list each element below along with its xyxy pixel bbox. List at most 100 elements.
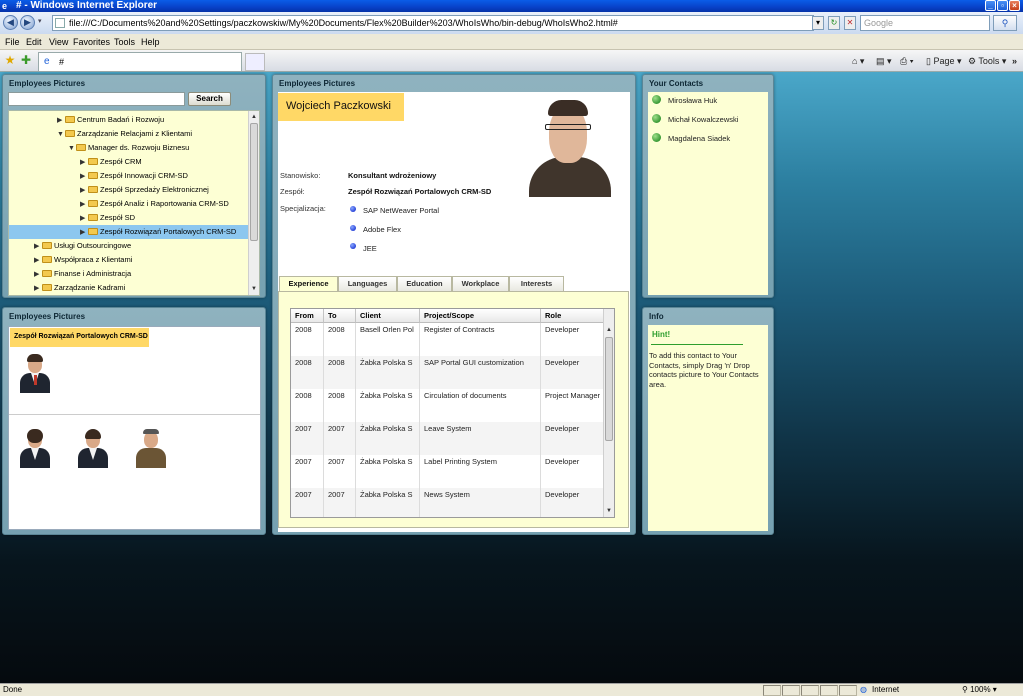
employee-avatar[interactable]: [18, 353, 52, 393]
folder-icon: [88, 186, 98, 193]
zoom-level: 100%: [970, 685, 991, 694]
cell-to: 2007: [324, 488, 356, 517]
table-row[interactable]: 2008 2008 Żabka Polska S SAP Portal GUI …: [291, 356, 604, 389]
contact-name[interactable]: Mirosława Huk: [668, 96, 717, 106]
scroll-thumb[interactable]: [605, 337, 613, 441]
menu-edit[interactable]: Edit: [26, 34, 42, 50]
tree-search-input[interactable]: [8, 92, 185, 106]
contact-name[interactable]: Magdalena Siadek: [668, 134, 730, 144]
back-button[interactable]: ◀: [3, 15, 18, 30]
tree-item[interactable]: ▶ Zespół Innowacji CRM-SD: [9, 169, 249, 183]
tree-item[interactable]: ▶ Centrum Badań i Rozwoju: [9, 113, 249, 127]
employee-avatar[interactable]: [134, 428, 168, 468]
tree-item[interactable]: ▶ Współpraca z Klientami: [9, 253, 249, 267]
tree-item[interactable]: ▶ Zespół Sprzedaży Elektronicznej: [9, 183, 249, 197]
table-row[interactable]: 2008 2008 Żabka Polska S Circulation of …: [291, 389, 604, 422]
zoom-control[interactable]: ⚲ 100% ▾: [962, 684, 997, 696]
expand-arrow-icon[interactable]: ▶: [34, 268, 42, 282]
tab-workplace[interactable]: Workplace: [452, 276, 509, 291]
close-button[interactable]: ×: [1009, 0, 1020, 11]
collapse-arrow-icon[interactable]: ▼: [57, 128, 65, 142]
search-go-button[interactable]: ⚲: [993, 15, 1017, 31]
search-button[interactable]: Search: [188, 92, 231, 106]
tools-menu[interactable]: ⚙ Tools ▾: [968, 54, 1006, 68]
employee-avatar[interactable]: [76, 428, 110, 468]
column-header-client[interactable]: Client: [356, 309, 420, 323]
specialization-item: Adobe Flex: [363, 225, 401, 234]
contact-name[interactable]: Michał Kowalczewski: [668, 115, 738, 125]
table-row[interactable]: 2007 2007 Żabka Polska S Label Printing …: [291, 455, 604, 488]
table-row[interactable]: 2007 2007 Żabka Polska S News System Dev…: [291, 488, 604, 517]
expand-arrow-icon[interactable]: ▶: [34, 254, 42, 268]
expand-arrow-icon[interactable]: ▶: [80, 226, 88, 240]
address-input[interactable]: file:///C:/Documents%20and%20Settings/pa…: [52, 15, 814, 31]
print-icon[interactable]: ⎙ ▾: [900, 54, 913, 68]
tab-education[interactable]: Education: [397, 276, 452, 291]
favorites-star-icon[interactable]: ★: [3, 53, 17, 67]
home-icon[interactable]: ⌂ ▾: [852, 54, 864, 68]
photo-shirt: [529, 157, 611, 197]
expand-arrow-icon[interactable]: ▶: [34, 282, 42, 295]
menu-tools[interactable]: Tools: [114, 34, 135, 50]
minimize-button[interactable]: _: [985, 0, 996, 11]
menu-file[interactable]: File: [5, 34, 20, 50]
expand-arrow-icon[interactable]: ▶: [34, 240, 42, 254]
cell-role: Developer: [541, 323, 604, 356]
tree-scrollbar[interactable]: ▲ ▼: [248, 111, 259, 295]
page-menu[interactable]: ▯ Page ▾: [926, 54, 962, 68]
tree-item[interactable]: ▶ Usługi Outsourcingowe: [9, 239, 249, 253]
table-row[interactable]: 2008 2008 Basell Orlen Pol Register of C…: [291, 323, 604, 356]
expand-arrow-icon[interactable]: ▶: [80, 212, 88, 226]
scroll-thumb[interactable]: [250, 123, 258, 241]
expand-arrow-icon[interactable]: ▶: [80, 184, 88, 198]
column-header-project[interactable]: Project/Scope: [420, 309, 541, 323]
history-dropdown-icon[interactable]: ▾: [38, 17, 42, 25]
expand-arrow-icon[interactable]: ▶: [80, 198, 88, 212]
tree-item-selected[interactable]: ▶ Zespół Rozwiązań Portalowych CRM-SD: [9, 225, 249, 239]
search-input[interactable]: Google: [860, 15, 990, 31]
contact-status-icon: [652, 95, 661, 104]
column-header-to[interactable]: To: [324, 309, 356, 323]
expand-arrow-icon[interactable]: ▶: [57, 114, 65, 128]
tree-item[interactable]: ▶ Finanse i Administracja: [9, 267, 249, 281]
address-toolbar: ◀ ▶ ▾ file:///C:/Documents%20and%20Setti…: [0, 12, 1023, 34]
table-row[interactable]: 2007 2007 Żabka Polska S Leave System De…: [291, 422, 604, 455]
expand-arrow-icon[interactable]: ▶: [80, 156, 88, 170]
tree-item[interactable]: ▼ Manager ds. Rozwoju Biznesu: [9, 141, 249, 155]
tab-experience[interactable]: Experience: [279, 276, 338, 292]
feeds-icon[interactable]: ▤ ▾: [876, 54, 892, 68]
tab-interests[interactable]: Interests: [509, 276, 564, 291]
expand-arrow-icon[interactable]: ▶: [80, 170, 88, 184]
employee-photo[interactable]: [525, 95, 613, 197]
cell-from: 2008: [291, 323, 324, 356]
refresh-button[interactable]: ↻: [828, 16, 840, 30]
maximize-button[interactable]: ▫: [997, 0, 1008, 11]
forward-button[interactable]: ▶: [20, 15, 35, 30]
tree-item[interactable]: ▶ Zarządzanie Kadrami: [9, 281, 249, 295]
stop-button[interactable]: ✕: [844, 16, 856, 30]
menu-help[interactable]: Help: [141, 34, 160, 50]
scroll-up-icon[interactable]: ▲: [250, 112, 258, 122]
tree-item-label: Zespół CRM: [100, 157, 142, 166]
team-panel: Employees Pictures Zespół Rozwiązań Port…: [2, 307, 266, 535]
employee-avatar[interactable]: [18, 428, 52, 468]
add-favorites-icon[interactable]: ✚: [19, 53, 33, 67]
column-header-from[interactable]: From: [291, 309, 324, 323]
collapse-arrow-icon[interactable]: ▼: [68, 142, 76, 156]
scroll-down-icon[interactable]: ▼: [605, 506, 613, 516]
tree-item[interactable]: ▼ Zarządzanie Relacjami z Klientami: [9, 127, 249, 141]
tree-item[interactable]: ▶ Zespół Analiz i Raportowania CRM-SD: [9, 197, 249, 211]
column-header-role[interactable]: Role: [541, 309, 604, 323]
menu-view[interactable]: View: [49, 34, 68, 50]
scroll-up-icon[interactable]: ▲: [605, 325, 613, 335]
scroll-down-icon[interactable]: ▼: [250, 284, 258, 294]
tab-languages[interactable]: Languages: [338, 276, 397, 291]
grid-scrollbar[interactable]: ▲ ▼: [603, 309, 614, 517]
menu-favorites[interactable]: Favorites: [73, 34, 110, 50]
more-chevron-icon[interactable]: »: [1012, 54, 1017, 68]
tree-item[interactable]: ▶ Zespół CRM: [9, 155, 249, 169]
tree-item[interactable]: ▶ Zespół SD: [9, 211, 249, 225]
address-dropdown-button[interactable]: ▾: [812, 16, 824, 30]
browser-tab[interactable]: e #: [38, 52, 242, 71]
new-tab-button[interactable]: [245, 53, 265, 71]
